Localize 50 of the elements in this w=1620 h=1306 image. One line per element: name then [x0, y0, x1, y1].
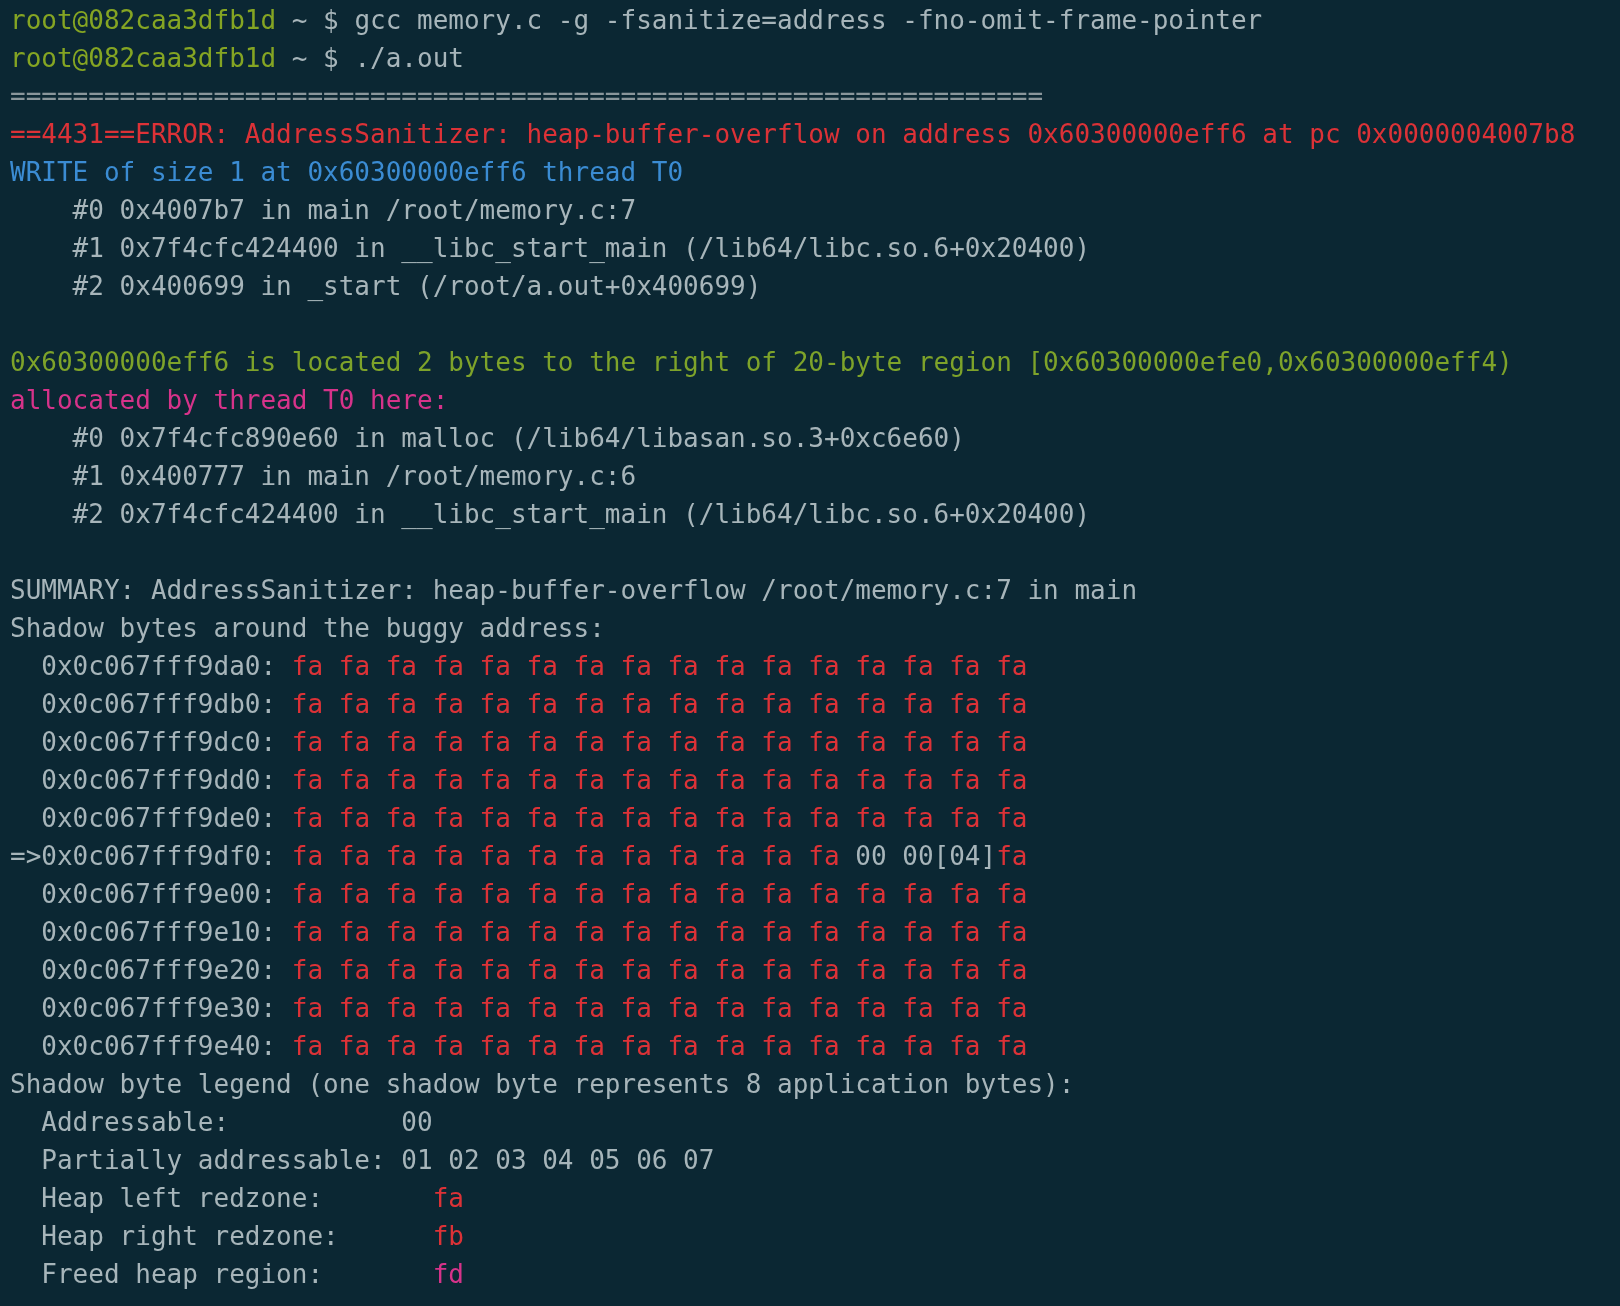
- terminal-text: fa fa fa fa fa fa fa fa fa fa fa fa fa fa fa fa: [291, 1031, 1028, 1061]
- terminal-text: root@082caa3dfb1d: [10, 5, 277, 35]
- terminal-text: Shadow byte legend (one shadow byte represents 8 application bytes):: [10, 1069, 1075, 1099]
- terminal-text: fa fa fa fa fa fa fa fa fa fa fa fa fa fa fa fa: [291, 727, 1028, 757]
- terminal-text: fb: [432, 1221, 464, 1251]
- terminal-text: #1 0x7f4cfc424400 in __libc_start_main (/lib64/libc.so.6+0x20400): [71, 233, 1091, 263]
- terminal-text: Shadow bytes around the buggy address:: [10, 613, 605, 643]
- terminal-text: #0 0x4007b7 in main /root/memory.c:7: [71, 195, 637, 225]
- terminal-text: 0x0c067fff9e20:: [40, 955, 278, 985]
- terminal-text: fa fa fa fa fa fa fa fa fa fa fa fa fa fa fa fa: [291, 803, 1028, 833]
- terminal-text: fa fa fa fa fa fa fa fa fa fa fa fa: [291, 841, 840, 871]
- terminal-text: 0x0c067fff9da0:: [40, 651, 278, 681]
- terminal-text: fa fa fa fa fa fa fa fa fa fa fa fa fa fa fa fa: [291, 651, 1028, 681]
- terminal-text: #2 0x400699 in _start (/root/a.out+0x400699): [71, 271, 762, 301]
- terminal-text: fa: [432, 1183, 464, 1213]
- terminal-text: 0x0c067fff9db0:: [40, 689, 278, 719]
- terminal-text: SUMMARY: AddressSanitizer: heap-buffer-overflow /root/memory.c:7 in main: [10, 575, 1138, 605]
- terminal-text: fa fa fa fa fa fa fa fa fa fa fa fa fa fa fa fa: [291, 993, 1028, 1023]
- terminal-text: 0x0c067fff9dd0:: [40, 765, 278, 795]
- terminal-text: ~ $ gcc memory.c -g -fsanitize=address -fno-omit-frame-pointer: [290, 5, 1263, 35]
- terminal-text: 00 00[04]: [854, 841, 997, 871]
- terminal-text: =>0x0c067fff9df0:: [10, 841, 278, 871]
- terminal-text: Partially addressable: 01 02 03 04 05 06 07: [40, 1145, 715, 1175]
- terminal-text: 0x0c067fff9e10:: [40, 917, 278, 947]
- terminal-text: Freed heap region:: [40, 1259, 325, 1289]
- terminal-text: Heap left redzone:: [40, 1183, 325, 1213]
- terminal-text: WRITE of size 1 at 0x60300000eff6 thread T0: [10, 157, 684, 187]
- terminal-text: ==================================================================: [10, 81, 1044, 111]
- terminal-text: fa fa fa fa fa fa fa fa fa fa fa fa fa fa fa fa: [291, 955, 1028, 985]
- terminal-text: fa fa fa fa fa fa fa fa fa fa fa fa fa fa fa fa: [291, 765, 1028, 795]
- terminal-text: fa fa fa fa fa fa fa fa fa fa fa fa fa fa fa fa: [291, 879, 1028, 909]
- terminal-text: 0x0c067fff9de0:: [40, 803, 278, 833]
- terminal-text: root@082caa3dfb1d: [10, 43, 277, 73]
- terminal-text: fa fa fa fa fa fa fa fa fa fa fa fa fa fa fa fa: [291, 689, 1028, 719]
- terminal-text: 0x0c067fff9dc0:: [40, 727, 278, 757]
- terminal-text: fa: [996, 841, 1028, 871]
- terminal-text: #0 0x7f4cfc890e60 in malloc (/lib64/libasan.so.3+0xc6e60): [71, 423, 965, 453]
- terminal-text: 0x0c067fff9e40:: [40, 1031, 278, 1061]
- terminal-text: Heap right redzone:: [40, 1221, 340, 1251]
- terminal-text: allocated by thread T0 here:: [10, 385, 449, 415]
- terminal-text: ==4431==ERROR: AddressSanitizer: heap-buffer-overflow on address 0x60300000eff6 at pc 0x0000004007b8: [10, 119, 1576, 149]
- terminal-text: 0x60300000eff6 is located 2 bytes to the right of 20-byte region [0x60300000efe0,0x60300000eff4): [10, 347, 1513, 377]
- terminal-text: #2 0x7f4cfc424400 in __libc_start_main (/lib64/libc.so.6+0x20400): [71, 499, 1091, 529]
- terminal-text: Addressable: 00: [40, 1107, 433, 1137]
- terminal-text: #1 0x400777 in main /root/memory.c:6: [71, 461, 637, 491]
- terminal-text: fd: [432, 1259, 464, 1289]
- terminal-text: 0x0c067fff9e00:: [40, 879, 278, 909]
- terminal-text: fa fa fa fa fa fa fa fa fa fa fa fa fa fa fa fa: [291, 917, 1028, 947]
- terminal-text: 0x0c067fff9e30:: [40, 993, 278, 1023]
- terminal-text: ~ $ ./a.out: [290, 43, 464, 73]
